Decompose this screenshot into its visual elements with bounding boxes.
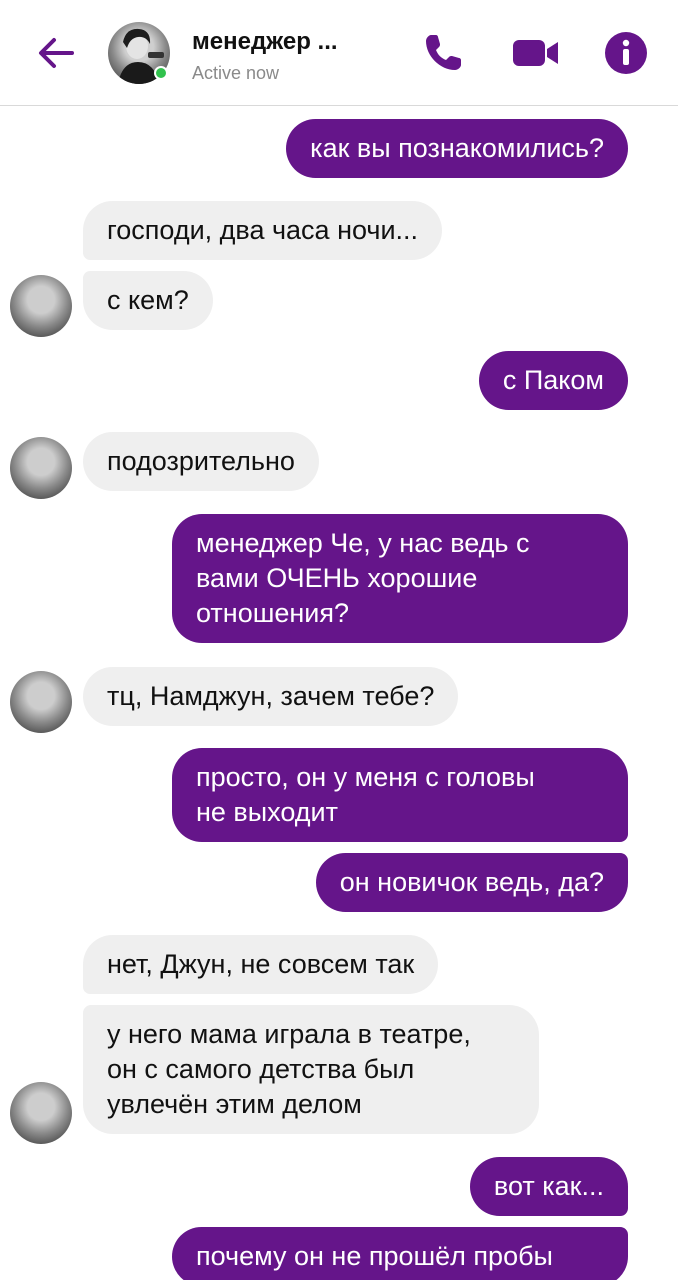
outgoing-message[interactable]: менеджер Че, у нас ведь с вами ОЧЕНЬ хор…: [172, 514, 628, 643]
chat-header: менеджер ... Active now: [0, 0, 678, 106]
contact-status: Active now: [192, 63, 280, 83]
info-button[interactable]: [603, 30, 649, 76]
incoming-message[interactable]: тц, Намджун, зачем тебе?: [83, 667, 459, 726]
incoming-message[interactable]: подозрительно: [83, 432, 319, 491]
back-arrow-icon: [39, 38, 74, 68]
incoming-message[interactable]: у него мама играла в театре, он с самого…: [83, 1005, 539, 1134]
info-icon: [605, 32, 647, 74]
sender-avatar[interactable]: [10, 437, 72, 499]
outgoing-message[interactable]: он новичок ведь, да?: [315, 853, 628, 912]
outgoing-message[interactable]: вот как...: [469, 1157, 628, 1216]
sender-avatar[interactable]: [10, 275, 72, 337]
voice-call-button[interactable]: [420, 30, 466, 76]
incoming-message[interactable]: с кем?: [83, 271, 213, 330]
message-list[interactable]: как вы познакомились? господи, два часа …: [0, 107, 678, 1280]
online-status-dot: [154, 66, 168, 80]
phone-icon: [426, 35, 461, 70]
outgoing-message[interactable]: с Паком: [478, 351, 628, 410]
video-call-button[interactable]: [511, 30, 558, 76]
sender-avatar[interactable]: [10, 1082, 72, 1144]
sender-avatar[interactable]: [10, 671, 72, 733]
video-camera-icon: [513, 40, 558, 66]
outgoing-message[interactable]: почему он не прошёл пробы: [172, 1227, 628, 1280]
back-button[interactable]: [34, 31, 78, 75]
contact-avatar[interactable]: [108, 22, 170, 84]
incoming-message[interactable]: господи, два часа ночи...: [83, 201, 443, 260]
outgoing-message[interactable]: просто, он у меня с головы не выходит: [172, 748, 628, 842]
contact-name[interactable]: менеджер ...: [192, 28, 338, 56]
incoming-message[interactable]: нет, Джун, не совсем так: [83, 935, 439, 994]
outgoing-message[interactable]: как вы познакомились?: [286, 119, 628, 178]
